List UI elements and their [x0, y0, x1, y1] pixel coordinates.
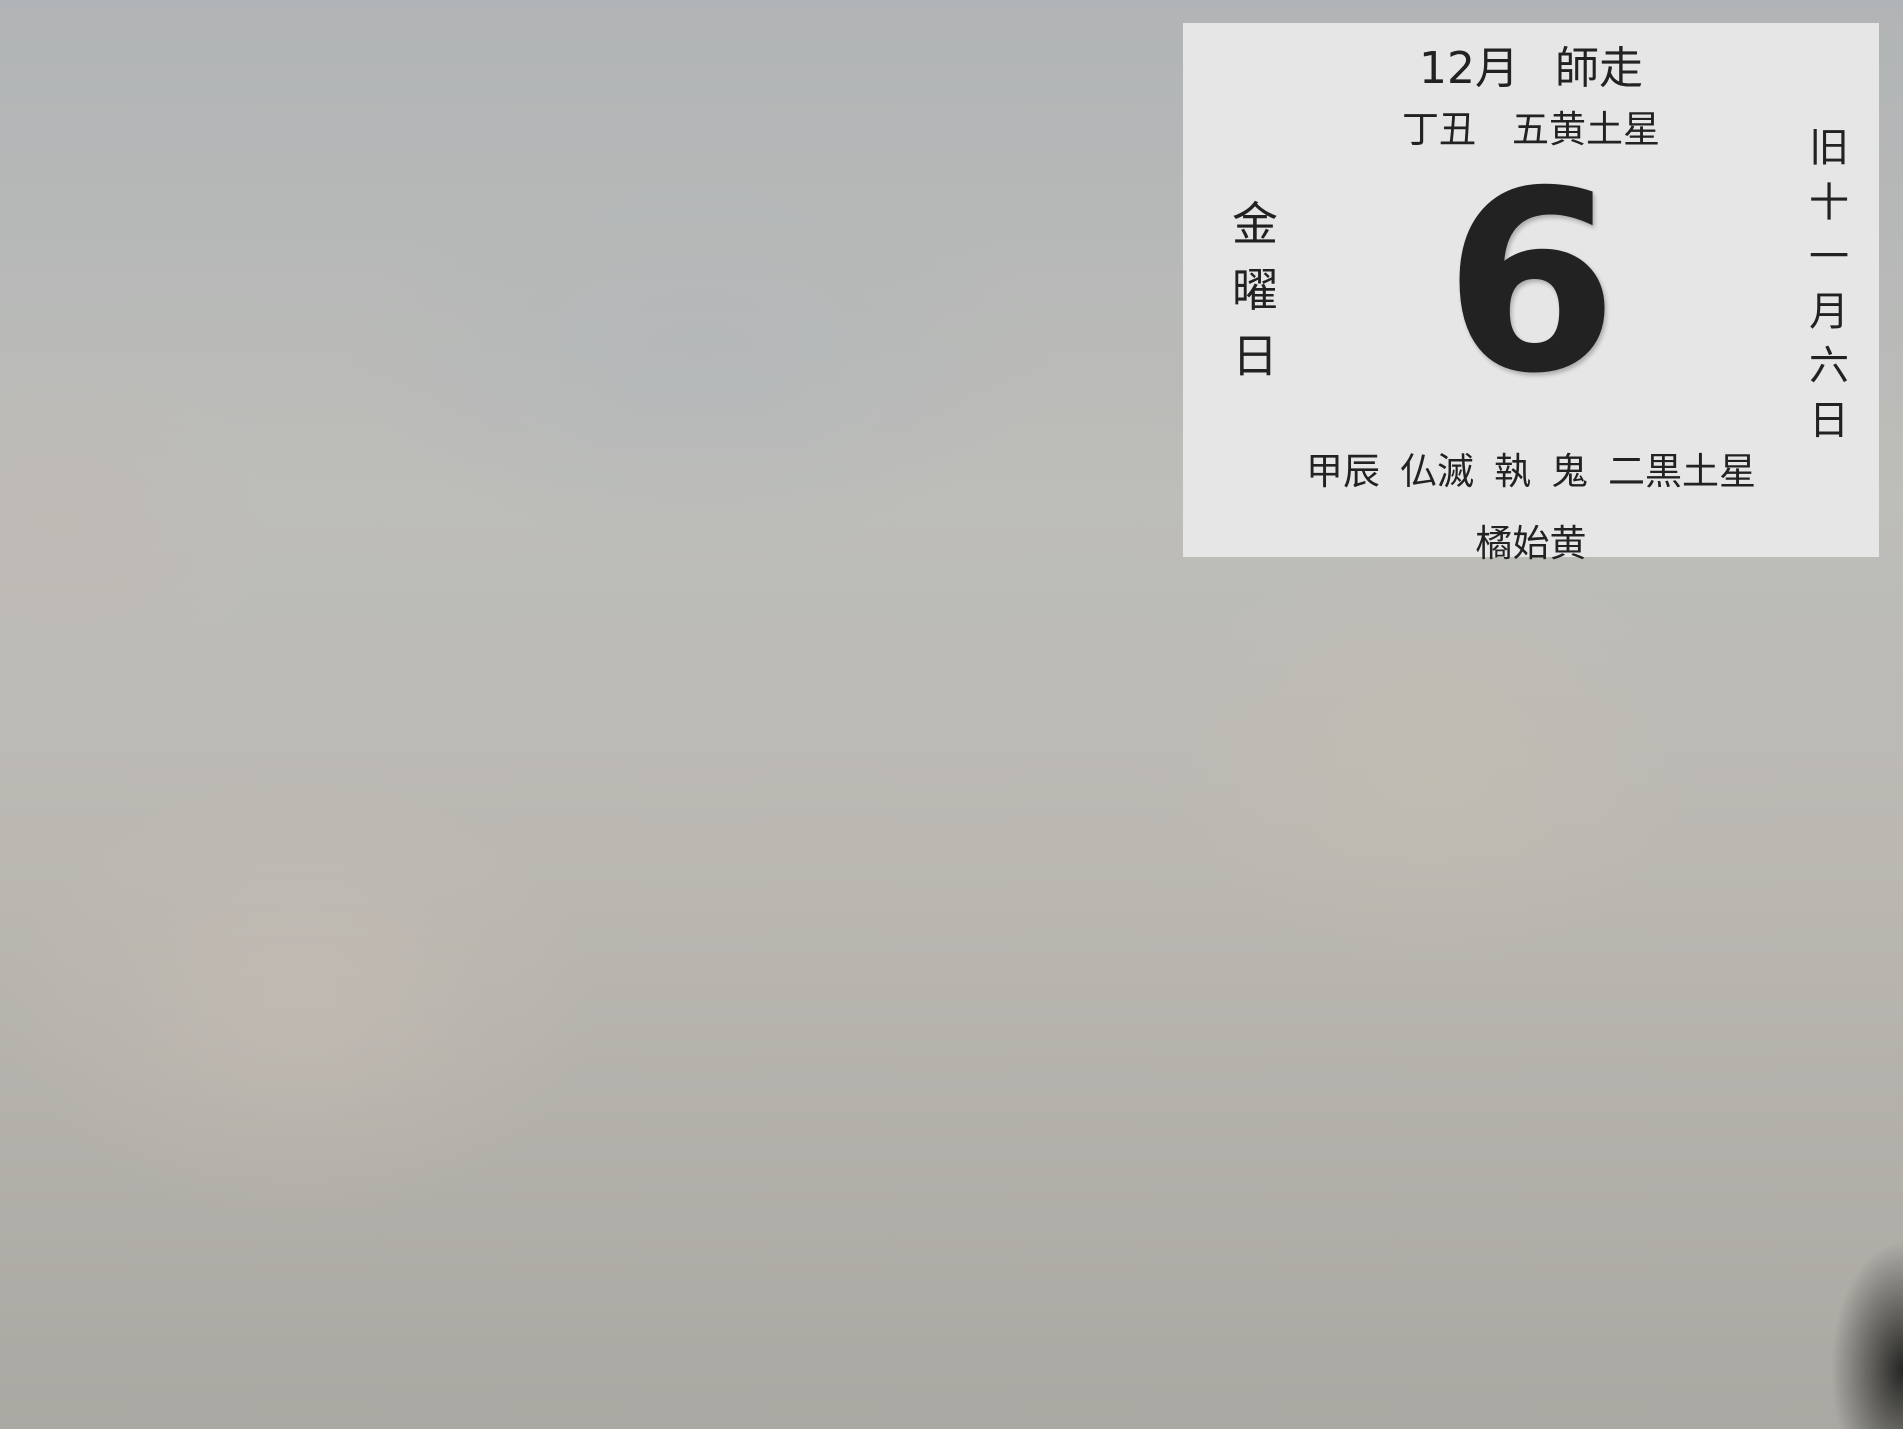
- shuku: 鬼: [1551, 450, 1588, 493]
- seasonal-phrase: 橘始黄: [1475, 522, 1587, 565]
- lunar-date-char: 旧: [1809, 125, 1849, 171]
- day-stem-branch: 甲辰: [1306, 450, 1380, 493]
- month-header: 12月 師走: [1183, 41, 1879, 97]
- month-name: 師走: [1555, 43, 1643, 94]
- lunar-date-vertical: 旧 十 一 月 六 日: [1801, 121, 1857, 448]
- lunar-date-char: 月: [1809, 288, 1849, 335]
- lunar-date-char: 一: [1809, 234, 1849, 280]
- month-label: 12月: [1419, 43, 1519, 94]
- day-star: 二黒土星: [1608, 450, 1756, 493]
- lunar-date-char: 十: [1809, 179, 1849, 226]
- calendar-widget[interactable]: 12月 師走 丁丑 五黄土星 金 曜 日 6 旧 十 一 月 六 日 甲辰 仏滅執鬼二…: [1183, 23, 1879, 565]
- day-info: 甲辰 仏滅執鬼二黒土星: [1183, 448, 1879, 496]
- choku: 執: [1494, 450, 1531, 493]
- lunar-date-char: 六: [1809, 343, 1849, 389]
- day-number: 6: [1444, 137, 1618, 428]
- lunar-date-char: 日: [1809, 397, 1849, 444]
- rokuyo: 仏滅: [1400, 450, 1474, 493]
